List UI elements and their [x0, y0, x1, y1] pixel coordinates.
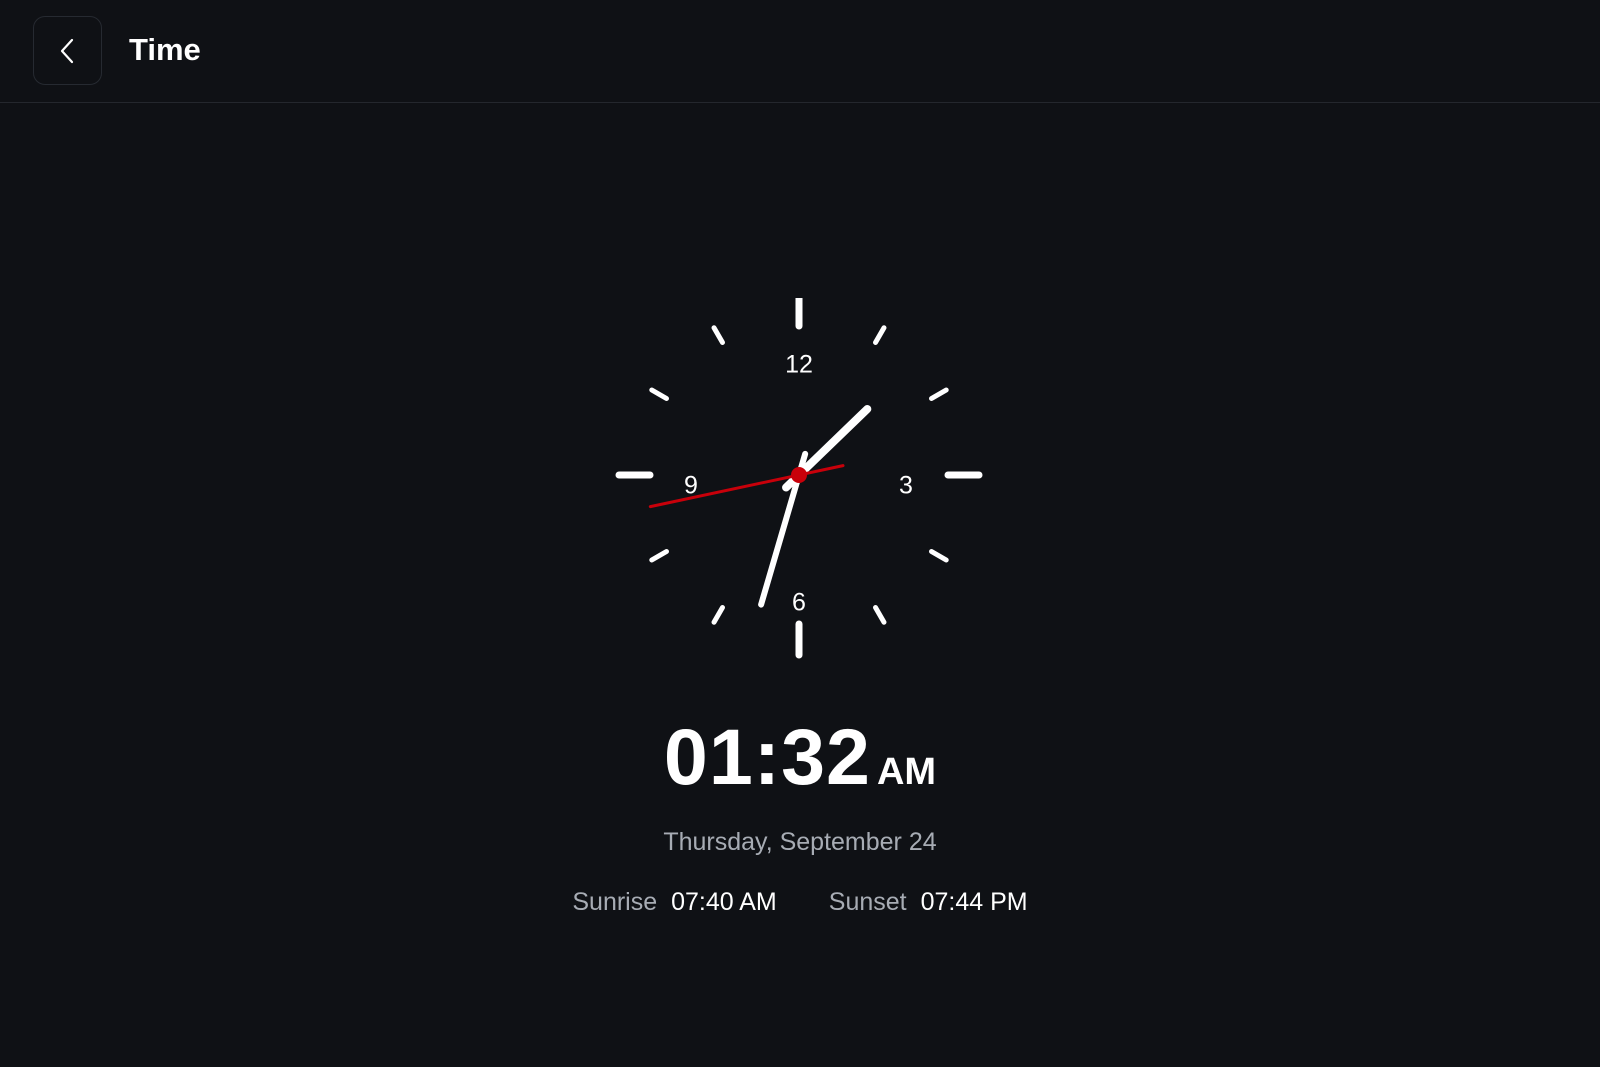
sunset-value: 07:44 PM — [920, 888, 1028, 916]
sun-times: Sunrise 07:40 AM Sunset 07:44 PM — [0, 886, 1600, 918]
page-title: Time — [129, 32, 201, 67]
analog-clock: 12 3 6 9 — [615, 298, 983, 659]
clock-tick — [873, 325, 887, 345]
chevron-left-icon — [60, 38, 73, 63]
clock-tick — [873, 605, 887, 625]
digital-time: 01:32 AM — [0, 716, 1600, 798]
sunrise-info: Sunrise 07:40 AM — [572, 886, 776, 918]
second-hand — [648, 464, 845, 509]
numeral-12: 12 — [785, 351, 813, 379]
clock-tick — [649, 387, 669, 401]
sunset-info: Sunset 07:44 PM — [829, 886, 1028, 918]
date-text: Thursday, September 24 — [663, 828, 937, 856]
sunrise-label: Sunrise — [572, 888, 658, 916]
clock-tick — [711, 325, 725, 345]
clock-center-cap — [791, 467, 807, 483]
clock-tick — [649, 549, 669, 563]
sunset-label: Sunset — [828, 888, 907, 916]
back-button[interactable] — [33, 16, 102, 85]
numeral-3: 3 — [899, 472, 913, 500]
sunrise-value: 07:40 AM — [671, 888, 777, 916]
numeral-6: 6 — [792, 589, 806, 617]
clock-tick — [711, 605, 725, 625]
top-bar: Time — [0, 0, 1600, 103]
time-digits: 01:32 — [663, 712, 871, 801]
clock-tick — [929, 549, 949, 563]
clock-tick — [929, 387, 949, 401]
time-period: AM — [876, 751, 937, 793]
